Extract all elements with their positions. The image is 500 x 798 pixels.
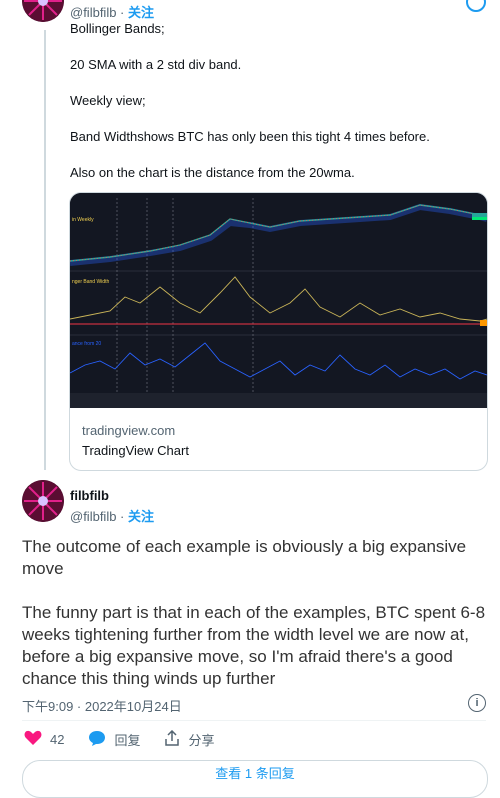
speech-bubble-icon — [88, 730, 106, 749]
share-button[interactable]: 分享 — [164, 729, 215, 749]
tweet-timestamp[interactable]: 下午9:09 · 2022年10月24日 — [22, 696, 182, 715]
handle-row: @filbfilb · 关注 — [70, 509, 155, 524]
avatar[interactable] — [22, 0, 64, 22]
user-handle[interactable]: @filbfilb — [70, 5, 116, 20]
handle-row: @filbfilb · 关注 — [70, 5, 155, 20]
share-label: 分享 — [188, 733, 215, 748]
action-bar: 42 回复 分享 — [24, 729, 239, 749]
card-title: TradingView Chart — [82, 443, 189, 458]
tweet-paragraph: The funny part is that in each of the ex… — [22, 603, 486, 688]
svg-text:ance from 20: ance from 20 — [72, 341, 101, 347]
follow-button[interactable]: 关注 — [128, 5, 154, 20]
reply-label: 回复 — [114, 733, 141, 748]
avatar[interactable] — [22, 480, 64, 522]
thread-connector-line — [44, 30, 46, 470]
card-domain: tradingview.com — [82, 423, 176, 438]
tweet-paragraph: The outcome of each example is obviously… — [22, 537, 467, 578]
svg-text:in Weekly: in Weekly — [72, 217, 94, 223]
tweet-body: The outcome of each example is obviously… — [22, 536, 492, 712]
grok-icon[interactable] — [466, 0, 486, 12]
heart-icon — [24, 730, 42, 749]
tweet-paragraph: 20 SMA with a 2 std div band. — [70, 57, 242, 72]
display-name[interactable]: filbfilb — [70, 488, 109, 503]
show-replies-button[interactable]: 查看 1 条回复 — [22, 760, 488, 798]
tweet-body: Bollinger Bands; 20 SMA with a 2 std div… — [70, 20, 480, 200]
reply-button[interactable]: 回复 — [88, 730, 140, 749]
like-count: 42 — [50, 732, 65, 747]
link-card[interactable]: in Weekly nger Band Width ance from 20 t… — [69, 192, 488, 471]
like-button[interactable]: 42 — [24, 730, 64, 749]
info-icon[interactable]: i — [468, 694, 486, 712]
share-icon — [164, 729, 180, 749]
chart-preview-image[interactable]: in Weekly nger Band Width ance from 20 — [70, 193, 487, 408]
tweet-paragraph: Also on the chart is the distance from t… — [70, 165, 355, 180]
tweet-paragraph: Band Widthshows BTC has only been this t… — [70, 129, 430, 144]
tweet-paragraph: Bollinger Bands; — [70, 21, 165, 36]
follow-button[interactable]: 关注 — [128, 509, 154, 524]
user-handle[interactable]: @filbfilb — [70, 509, 116, 524]
svg-text:nger Band Width: nger Band Width — [72, 279, 109, 285]
divider — [22, 720, 486, 721]
tweet-paragraph: Weekly view; — [70, 93, 146, 108]
